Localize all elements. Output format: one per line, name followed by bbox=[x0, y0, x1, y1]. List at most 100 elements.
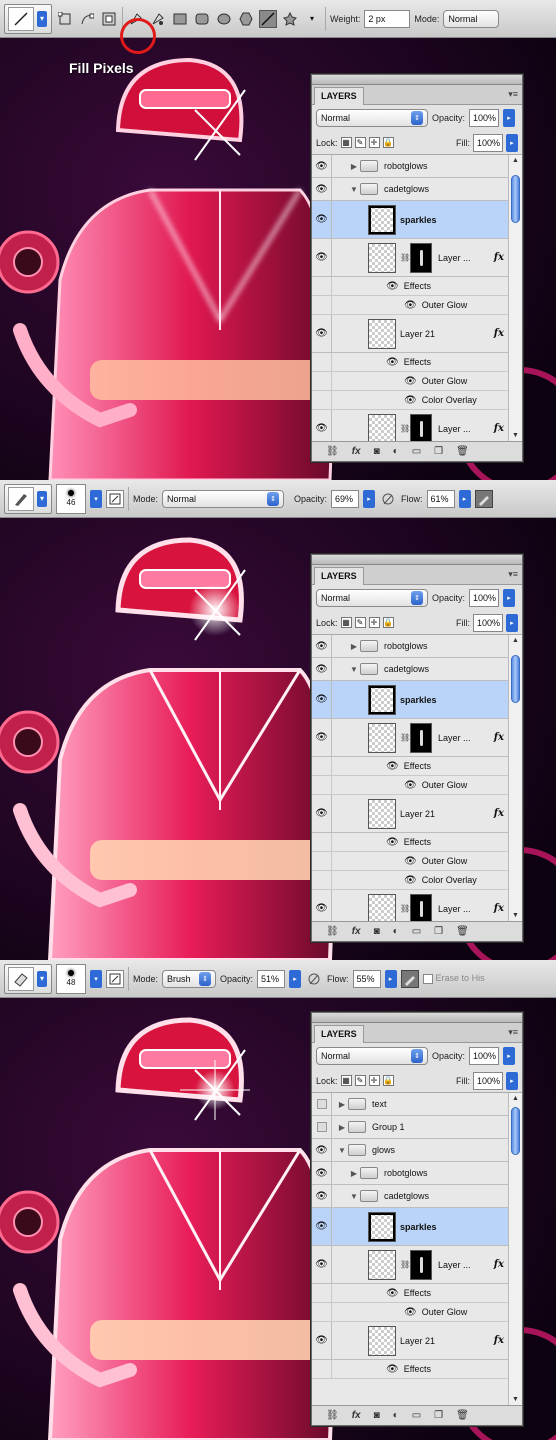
flow-input[interactable]: 55% bbox=[352, 969, 381, 988]
geometry-options-icon[interactable]: ▾ bbox=[303, 10, 321, 28]
lock-image-icon[interactable]: ✎ bbox=[354, 617, 366, 628]
panel-titlebar[interactable] bbox=[312, 555, 522, 565]
visibility-eye-icon[interactable]: 👁 bbox=[312, 1139, 332, 1161]
layer-row-layer-21[interactable]: 👁 Layer 21 fx bbox=[312, 795, 522, 833]
visibility-off-icon[interactable] bbox=[312, 1093, 332, 1115]
erase-history-option[interactable]: Erase to His bbox=[422, 973, 485, 984]
visibility-eye-icon[interactable]: 👁 bbox=[312, 201, 332, 238]
layer-row-robotglows[interactable]: 👁 ▶ robotglows bbox=[312, 155, 522, 178]
expand-triangle-icon[interactable]: ▶ bbox=[336, 1123, 348, 1132]
brush-panel-toggle-icon[interactable] bbox=[106, 489, 124, 508]
adjustment-layer-icon[interactable]: ◐ bbox=[393, 1410, 399, 1421]
expand-triangle-icon[interactable]: ▶ bbox=[348, 1169, 360, 1178]
layer-row-layer-21[interactable]: 👁 Layer 21 fx bbox=[312, 1322, 522, 1360]
effect-outer-glow[interactable]: 👁 Outer Glow bbox=[312, 776, 522, 795]
lock-image-icon[interactable]: ✎ bbox=[354, 137, 366, 148]
visibility-eye-icon[interactable]: 👁 bbox=[404, 376, 417, 387]
panel-menu-icon[interactable]: ▾≡ bbox=[508, 1027, 518, 1038]
layers-scrollbar[interactable]: ▲ ▼ bbox=[508, 635, 522, 921]
tool-preset-picker[interactable]: ▾ bbox=[4, 483, 52, 514]
visibility-eye-icon[interactable]: 👁 bbox=[312, 635, 332, 657]
brush-preset-picker[interactable]: 48 bbox=[56, 963, 86, 994]
fx-icon[interactable]: fx bbox=[494, 423, 504, 434]
lock-transparent-icon[interactable]: ▦ bbox=[340, 617, 352, 628]
opacity-input[interactable]: 100% bbox=[469, 589, 500, 607]
delete-layer-icon[interactable]: 🗑 bbox=[456, 1410, 469, 1421]
visibility-eye-icon[interactable]: 👁 bbox=[404, 780, 417, 791]
scroll-thumb[interactable] bbox=[511, 655, 520, 703]
collapse-triangle-icon[interactable]: ▼ bbox=[348, 665, 360, 674]
visibility-eye-icon[interactable]: 👁 bbox=[386, 1364, 399, 1375]
airbrush-icon[interactable] bbox=[474, 489, 493, 508]
effect-outer-glow[interactable]: 👁 Outer Glow bbox=[312, 852, 522, 871]
layer-row-masked-2[interactable]: 👁 ⛓ Layer ... fx bbox=[312, 410, 522, 441]
tool-preset-picker[interactable]: ▾ bbox=[4, 3, 52, 34]
layer-row-glows[interactable]: 👁 ▼ glows bbox=[312, 1139, 522, 1162]
flow-arrow-icon[interactable]: ▸ bbox=[384, 969, 397, 988]
fill-slider-arrow-icon[interactable]: ▸ bbox=[506, 133, 518, 152]
blend-mode-select[interactable]: Normal ⇕ bbox=[316, 109, 428, 127]
layer-row-group-1[interactable]: ▶ Group 1 bbox=[312, 1116, 522, 1139]
adjustment-layer-icon[interactable]: ◐ bbox=[393, 926, 399, 937]
effect-outer-glow[interactable]: 👁 Outer Glow bbox=[312, 296, 522, 315]
layer-row-robotglows[interactable]: 👁 ▶ robotglows bbox=[312, 1162, 522, 1185]
fx-icon[interactable]: fx bbox=[494, 903, 504, 914]
layer-row-robotglows[interactable]: 👁 ▶ robotglows bbox=[312, 635, 522, 658]
rectangle-tool-icon[interactable] bbox=[171, 10, 189, 28]
scroll-down-icon[interactable]: ▼ bbox=[512, 912, 519, 919]
new-group-icon[interactable]: ▭ bbox=[412, 926, 421, 937]
blend-mode-select[interactable]: Normal ⇕ bbox=[316, 589, 428, 607]
lock-all-icon[interactable]: 🔒 bbox=[382, 1075, 394, 1086]
effect-color-overlay[interactable]: 👁 Color Overlay bbox=[312, 391, 522, 410]
visibility-eye-icon[interactable]: 👁 bbox=[386, 281, 399, 292]
lock-position-icon[interactable]: ✛ bbox=[368, 617, 380, 628]
visibility-eye-icon[interactable]: 👁 bbox=[312, 795, 332, 832]
new-group-icon[interactable]: ▭ bbox=[412, 1410, 421, 1421]
opacity-slider-arrow-icon[interactable]: ▸ bbox=[503, 589, 516, 607]
delete-layer-icon[interactable]: 🗑 bbox=[456, 926, 469, 937]
effects-row[interactable]: 👁 Effects bbox=[312, 757, 522, 776]
tab-layers[interactable]: LAYERS bbox=[314, 1025, 364, 1043]
visibility-eye-icon[interactable]: 👁 bbox=[312, 890, 332, 921]
polygon-tool-icon[interactable] bbox=[237, 10, 255, 28]
visibility-off-icon[interactable] bbox=[312, 1116, 332, 1138]
visibility-eye-icon[interactable]: 👁 bbox=[312, 1322, 332, 1359]
flow-arrow-icon[interactable]: ▸ bbox=[458, 489, 471, 508]
opacity-slider-arrow-icon[interactable]: ▸ bbox=[503, 1047, 516, 1065]
fx-icon[interactable]: fx bbox=[494, 1259, 504, 1270]
add-mask-icon[interactable]: ◙ bbox=[374, 446, 380, 457]
brush-preset-picker[interactable]: 46 bbox=[56, 483, 86, 514]
effects-row[interactable]: 👁 Effects bbox=[312, 353, 522, 372]
ellipse-tool-icon[interactable] bbox=[215, 10, 233, 28]
panel-titlebar[interactable] bbox=[312, 1013, 522, 1023]
line-tool-active-icon[interactable] bbox=[259, 9, 277, 28]
fx-icon[interactable]: fx bbox=[494, 808, 504, 819]
collapse-triangle-icon[interactable]: ▼ bbox=[348, 1192, 360, 1201]
visibility-eye-icon[interactable]: 👁 bbox=[312, 155, 332, 177]
fx-icon[interactable]: fx bbox=[494, 252, 504, 263]
layer-row-text[interactable]: ▶ text bbox=[312, 1093, 522, 1116]
opacity-arrow-icon[interactable]: ▸ bbox=[363, 489, 376, 508]
layer-row-sparkles[interactable]: 👁 sparkles bbox=[312, 1208, 522, 1246]
brush-panel-toggle-icon[interactable] bbox=[106, 969, 124, 988]
opacity-slider-arrow-icon[interactable]: ▸ bbox=[503, 109, 516, 127]
panel-menu-icon[interactable]: ▾≡ bbox=[508, 89, 518, 100]
visibility-eye-icon[interactable]: 👁 bbox=[404, 300, 417, 311]
visibility-eye-icon[interactable]: 👁 bbox=[312, 1208, 332, 1245]
fill-slider-arrow-icon[interactable]: ▸ bbox=[506, 1071, 518, 1090]
visibility-eye-icon[interactable]: 👁 bbox=[312, 315, 332, 352]
new-layer-icon[interactable]: ❐ bbox=[434, 446, 443, 457]
fill-input[interactable]: 100% bbox=[473, 613, 503, 632]
shape-layers-icon[interactable] bbox=[56, 10, 74, 28]
brush-dropdown-arrow-icon[interactable]: ▾ bbox=[90, 489, 102, 508]
layers-scrollbar[interactable]: ▲ ▼ bbox=[508, 1093, 522, 1405]
add-style-icon[interactable]: fx bbox=[352, 446, 361, 457]
fx-icon[interactable]: fx bbox=[494, 328, 504, 339]
visibility-eye-icon[interactable]: 👁 bbox=[312, 410, 332, 441]
lock-position-icon[interactable]: ✛ bbox=[368, 137, 380, 148]
scroll-up-icon[interactable]: ▲ bbox=[512, 637, 519, 644]
opacity-input[interactable]: 69% bbox=[331, 489, 360, 508]
mode-select[interactable]: Brush ⇕ bbox=[162, 969, 217, 988]
fill-slider-arrow-icon[interactable]: ▸ bbox=[506, 613, 518, 632]
visibility-eye-icon[interactable]: 👁 bbox=[386, 837, 399, 848]
